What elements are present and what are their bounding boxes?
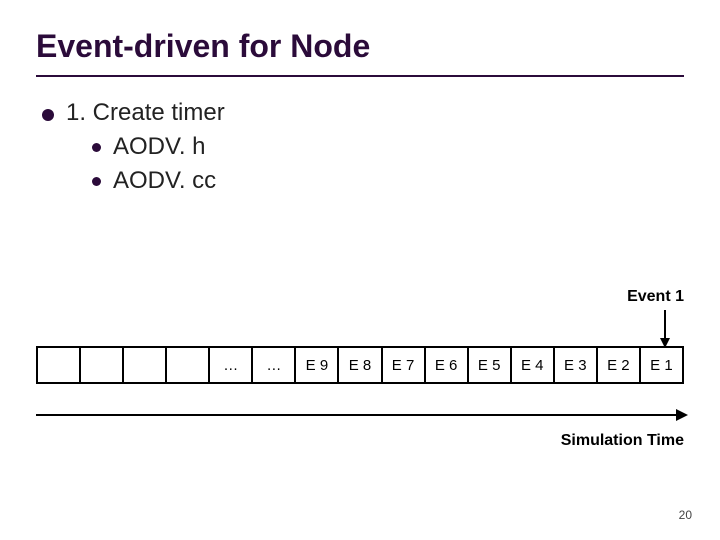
event-label: Event 1 bbox=[627, 288, 684, 306]
bullet-text: 1. Create timer bbox=[66, 99, 225, 127]
title-underline bbox=[36, 75, 684, 77]
queue-cell: E 2 bbox=[598, 348, 641, 382]
queue-cell: E 3 bbox=[555, 348, 598, 382]
time-axis bbox=[36, 414, 686, 416]
bullet-level2: AODV. h bbox=[92, 133, 684, 161]
bullet-text: AODV. cc bbox=[113, 167, 216, 195]
queue-cell bbox=[167, 348, 210, 382]
queue-cell: … bbox=[253, 348, 296, 382]
slide-title: Event-driven for Node bbox=[36, 28, 684, 65]
queue-cell: E 6 bbox=[426, 348, 469, 382]
queue-cell: E 9 bbox=[296, 348, 339, 382]
bullet-icon bbox=[42, 109, 54, 121]
bullet-level2: AODV. cc bbox=[92, 167, 684, 195]
page-number: 20 bbox=[679, 508, 692, 522]
queue-cell: E 1 bbox=[641, 348, 682, 382]
queue-cell: E 5 bbox=[469, 348, 512, 382]
slide: Event-driven for Node 1. Create timer AO… bbox=[0, 0, 720, 540]
queue-cell: E 4 bbox=[512, 348, 555, 382]
arrow-down-icon bbox=[664, 310, 666, 346]
bullet-icon bbox=[92, 177, 101, 186]
queue-cell bbox=[124, 348, 167, 382]
bullet-icon bbox=[92, 143, 101, 152]
queue-cell bbox=[38, 348, 81, 382]
event-queue: … … E 9 E 8 E 7 E 6 E 5 E 4 E 3 E 2 E 1 bbox=[36, 346, 684, 384]
queue-cell: E 7 bbox=[383, 348, 426, 382]
queue-cell: … bbox=[210, 348, 253, 382]
queue-cell: E 8 bbox=[339, 348, 382, 382]
bullet-level1: 1. Create timer bbox=[42, 99, 684, 127]
axis-label: Simulation Time bbox=[561, 432, 684, 450]
bullet-text: AODV. h bbox=[113, 133, 206, 161]
queue-row: … … E 9 E 8 E 7 E 6 E 5 E 4 E 3 E 2 E 1 bbox=[36, 346, 684, 384]
queue-cell bbox=[81, 348, 124, 382]
slide-body: 1. Create timer AODV. h AODV. cc bbox=[36, 99, 684, 195]
